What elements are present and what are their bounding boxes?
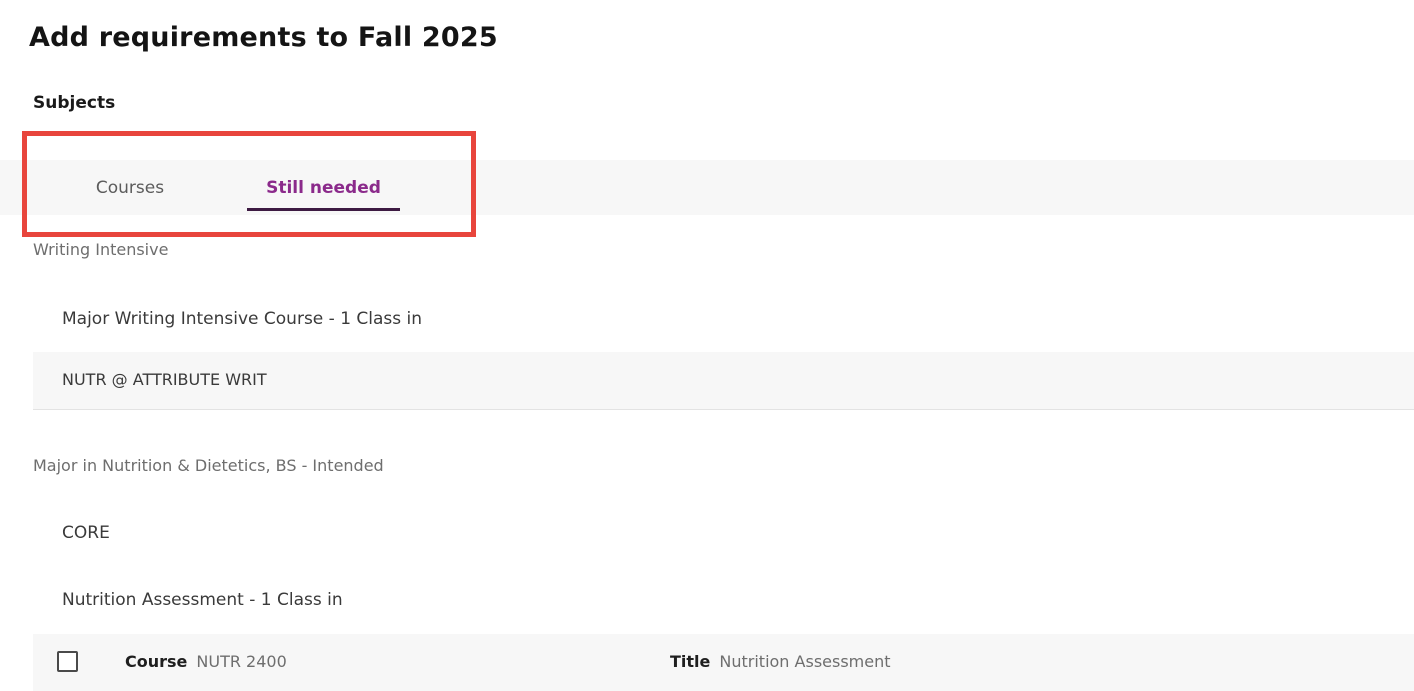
page-title: Add requirements to Fall 2025 bbox=[29, 22, 498, 53]
group-heading-writing-intensive: Writing Intensive bbox=[33, 240, 169, 259]
group-heading-major-nutrition-dietetics: Major in Nutrition & Dietetics, BS - Int… bbox=[33, 456, 384, 475]
title-column-value: Nutrition Assessment bbox=[719, 652, 891, 671]
course-select-checkbox[interactable] bbox=[57, 651, 78, 672]
requirement-nutrition-assessment: Nutrition Assessment - 1 Class in bbox=[62, 590, 343, 610]
tab-courses[interactable]: Courses bbox=[62, 160, 198, 215]
subjects-heading: Subjects bbox=[33, 93, 116, 113]
course-column-label: Course bbox=[125, 652, 188, 671]
sub-heading-core: CORE bbox=[62, 523, 110, 543]
active-tab-underline bbox=[247, 208, 400, 211]
title-cell: Title Nutrition Assessment bbox=[670, 652, 891, 671]
requirement-major-writing-intensive: Major Writing Intensive Course - 1 Class… bbox=[62, 309, 423, 329]
tab-bar: Courses Still needed bbox=[0, 160, 1414, 215]
attribute-row-label: NUTR @ ATTRIBUTE WRIT bbox=[62, 370, 267, 389]
attribute-row[interactable]: NUTR @ ATTRIBUTE WRIT bbox=[33, 352, 1414, 410]
tab-still-needed[interactable]: Still needed bbox=[240, 160, 407, 215]
course-cell: Course NUTR 2400 bbox=[125, 652, 287, 671]
title-column-label: Title bbox=[670, 652, 711, 671]
table-row[interactable]: Course NUTR 2400 Title Nutrition Assessm… bbox=[33, 634, 1414, 691]
course-column-value: NUTR 2400 bbox=[196, 652, 287, 671]
